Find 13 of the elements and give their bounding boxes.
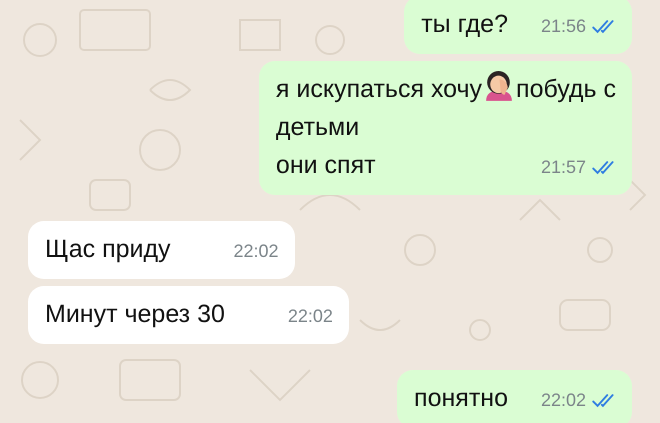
message-text: детьми <box>276 113 360 141</box>
message-text: они спят <box>276 151 376 179</box>
message-time: 21:56 <box>540 15 586 38</box>
message-text: Минут через 30 <box>45 300 225 328</box>
message-text: ты где? <box>421 10 508 38</box>
message-text: я искупаться хочу <box>276 75 482 103</box>
message-text: понятно <box>414 384 508 412</box>
message-time: 22:02 <box>234 240 279 263</box>
message-text: Щас приду <box>45 235 171 263</box>
message-text: побудь с <box>516 75 616 103</box>
message-time: 22:02 <box>540 389 586 412</box>
message-time: 21:57 <box>540 156 586 179</box>
message-time: 22:02 <box>288 305 333 328</box>
